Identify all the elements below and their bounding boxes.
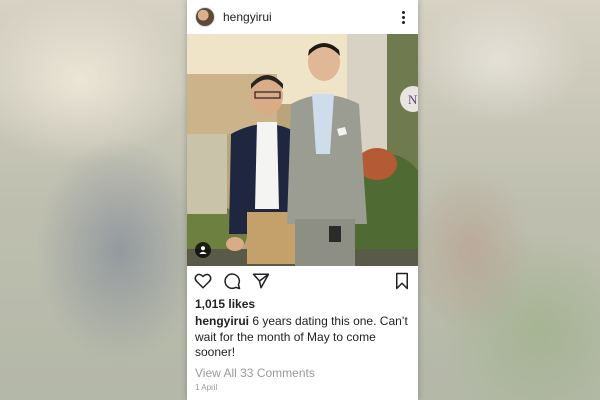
post-photo[interactable]: N — [187, 34, 418, 266]
share-icon[interactable] — [252, 272, 270, 290]
post-date: 1 April — [195, 382, 218, 392]
post-actions-bar — [187, 268, 418, 294]
heart-icon[interactable] — [194, 272, 212, 290]
post-username[interactable]: hengyirui — [223, 10, 396, 24]
likes-count[interactable]: 1,015 likes — [187, 297, 418, 311]
photo-illustration: N — [187, 34, 418, 266]
avatar[interactable] — [195, 7, 215, 27]
post-header: hengyirui — [187, 0, 418, 34]
post-caption: hengyirui 6 years dating this one. Can’t… — [187, 314, 418, 361]
user-tag-icon[interactable] — [195, 242, 211, 258]
bookmark-icon[interactable] — [393, 272, 411, 290]
more-options-icon[interactable] — [396, 7, 410, 27]
photo-badge-letter: N — [408, 92, 418, 107]
instagram-post-card: hengyirui N 1,015 likes hengyirui 6 year… — [187, 0, 418, 400]
comment-icon[interactable] — [223, 272, 241, 290]
view-all-comments-link[interactable]: View All 33 Comments — [187, 366, 418, 380]
caption-username[interactable]: hengyirui — [195, 314, 249, 328]
